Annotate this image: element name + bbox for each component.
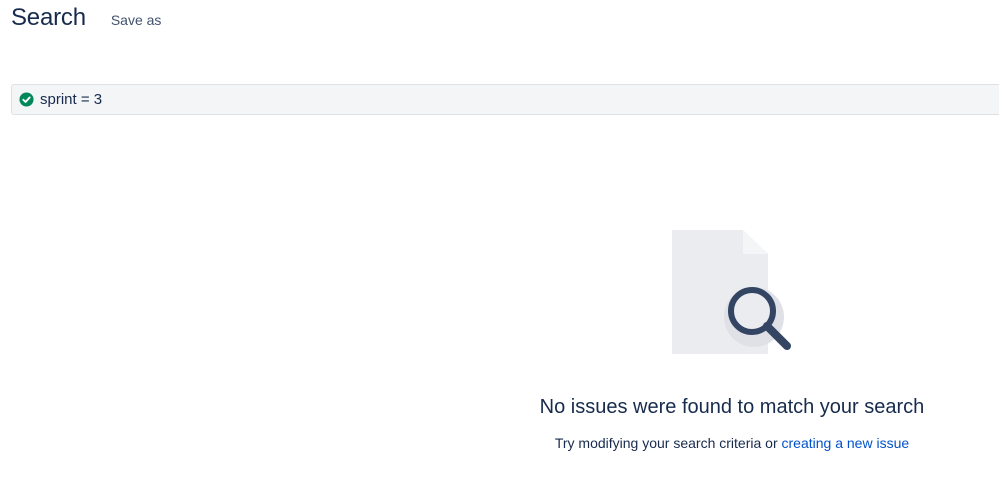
search-page: Search Save as sprint = 3 No issues were…: [0, 0, 999, 504]
empty-state-message: Try modifying your search criteria or cr…: [0, 435, 999, 451]
document-magnifier-icon: [671, 229, 795, 355]
page-header: Search Save as: [11, 4, 161, 32]
save-as-button[interactable]: Save as: [111, 10, 162, 30]
jql-search-input[interactable]: sprint = 3: [11, 84, 999, 115]
empty-state-message-text: Try modifying your search criteria or: [554, 435, 782, 451]
create-new-issue-link[interactable]: creating a new issue: [782, 435, 910, 451]
page-title: Search: [11, 4, 86, 31]
check-circle-icon: [19, 92, 34, 107]
empty-state-title: No issues were found to match your searc…: [539, 396, 925, 418]
jql-query-text: sprint = 3: [40, 91, 103, 108]
